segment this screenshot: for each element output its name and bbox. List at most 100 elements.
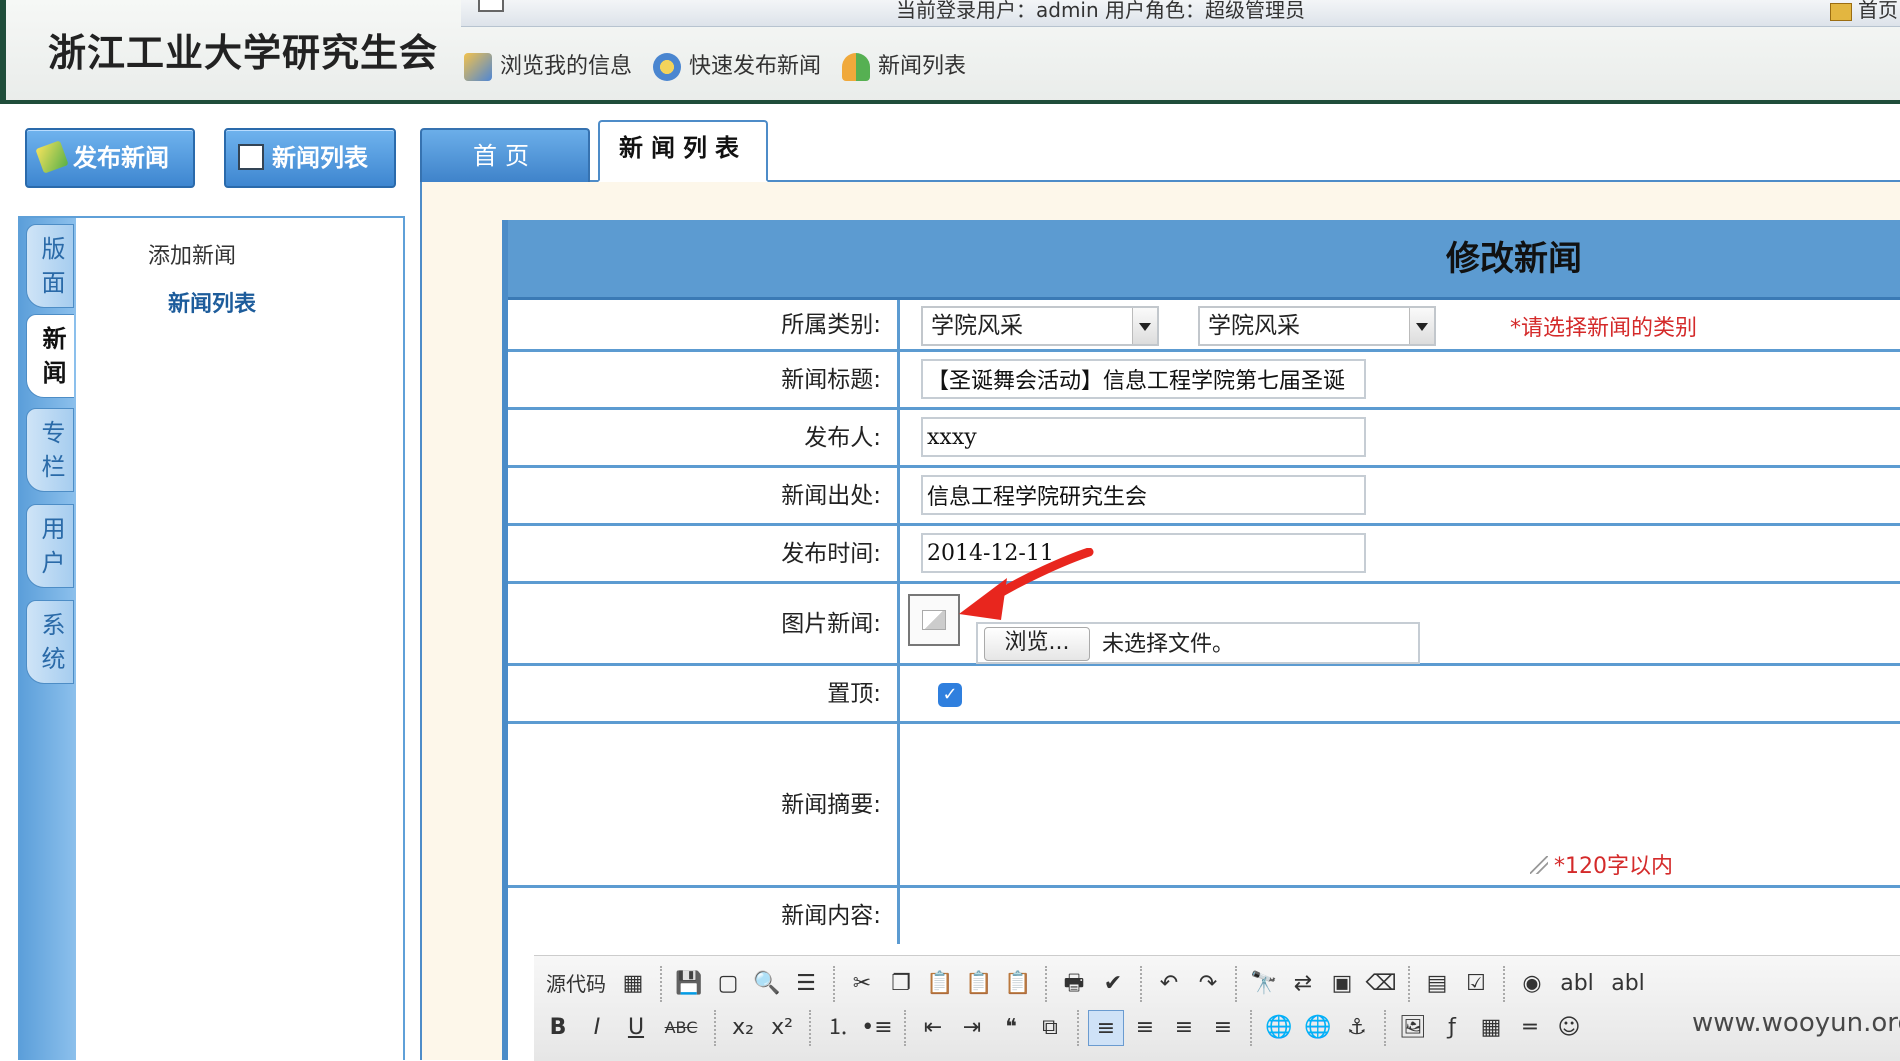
radio-button[interactable]: ◉ <box>1514 966 1550 1002</box>
source-input[interactable] <box>921 475 1366 515</box>
row-content: 新闻内容: <box>508 888 1900 944</box>
image-button[interactable]: 🖼 <box>1395 1010 1431 1046</box>
tab-news-list[interactable]: 新闻列表 <box>598 120 768 182</box>
home-link-label: 首页 <box>1858 0 1898 22</box>
file-status: 未选择文件。 <box>1102 632 1235 657</box>
row-news-title: 新闻标题: <box>508 352 1900 410</box>
news-list-button[interactable]: 新闻列表 <box>224 128 396 188</box>
redo-button[interactable]: ↷ <box>1190 966 1226 1002</box>
tree-item-news-list[interactable]: 新闻列表 <box>168 286 256 318</box>
content-label: 新闻内容: <box>508 888 900 944</box>
align-center-button[interactable]: ≡ <box>1127 1010 1163 1046</box>
paste-plain-button[interactable]: 📋 <box>961 966 997 1002</box>
toolbar-separator <box>1250 1010 1255 1046</box>
news-title-input[interactable] <box>921 359 1366 399</box>
site-title: 浙江工业大学研究生会 <box>48 31 439 75</box>
watermark: www.wooyun.org <box>1692 1008 1900 1038</box>
sidebar-panel: 版面 新闻 专栏 用户 系统 添加新闻 新闻列表 <box>18 216 405 1060</box>
people-icon <box>842 53 871 81</box>
publish-news-label: 发布新闻 <box>73 144 169 172</box>
cut-button[interactable]: ✂ <box>844 966 880 1002</box>
header-divider <box>6 100 1900 104</box>
paste-button[interactable]: 📋 <box>922 966 958 1002</box>
news-list-label: 新闻列表 <box>272 144 368 172</box>
bullet-list-button[interactable]: •≡ <box>859 1010 895 1046</box>
paste-word-button[interactable]: 📋 <box>1000 966 1036 1002</box>
publisher-label: 发布人: <box>508 410 900 465</box>
chevron-down-icon <box>1409 308 1434 344</box>
pin-top-label: 置顶: <box>508 666 900 721</box>
publisher-value <box>900 410 1900 465</box>
find-button[interactable]: 🔭 <box>1246 966 1282 1002</box>
tab-home[interactable]: 首页 <box>420 128 590 182</box>
strike-button[interactable]: ABC <box>657 1010 705 1046</box>
quick-link-news-list[interactable]: 新闻列表 <box>842 48 966 81</box>
anchor-button[interactable]: ⚓ <box>1339 1010 1375 1046</box>
replace-button[interactable]: ⇄ <box>1285 966 1321 1002</box>
source-button[interactable]: 源代码 <box>540 966 612 1002</box>
vtab-users[interactable]: 用户 <box>26 504 74 588</box>
paste-text-button[interactable]: ▦ <box>615 966 651 1002</box>
bold-button[interactable]: B <box>540 1010 576 1046</box>
publish-news-button[interactable]: 发布新闻 <box>25 128 195 188</box>
copy-button[interactable]: ❐ <box>883 966 919 1002</box>
spellcheck-button[interactable]: ✔ <box>1095 966 1131 1002</box>
smiley-button[interactable]: ☺ <box>1551 1010 1587 1046</box>
header: 浙江工业大学研究生会 当前登录用户：admin 用户角色：超级管理员 首页 浏览… <box>0 0 1900 104</box>
summary-textarea[interactable]: *120字以内 <box>900 724 1900 885</box>
category-select-secondary[interactable]: 学院风采 <box>1198 306 1436 346</box>
editor-toolbar-row-1: 源代码 ▦ 💾 ▢ 🔍 ☰ ✂ ❐ 📋 📋 📋 🖶 ✔ ↶ ↷ 🔭 ⇄ ▣ ⌫ ▤ ☑ ◉ abl abl <box>540 966 1655 1010</box>
unlink-button[interactable]: 🌐 <box>1300 1010 1336 1046</box>
toolbar-separator <box>833 966 838 1002</box>
justify-button[interactable]: ≡ <box>1205 1010 1241 1046</box>
status-bar: 当前登录用户：admin 用户角色：超级管理员 首页 <box>461 0 1900 27</box>
tree-item-add-news[interactable]: 添加新闻 <box>148 238 236 270</box>
toolbar-separator <box>714 1010 719 1046</box>
templates-button[interactable]: ☰ <box>788 966 824 1002</box>
div-button[interactable]: ⧉ <box>1032 1010 1068 1046</box>
blockquote-button[interactable]: ❝ <box>993 1010 1029 1046</box>
file-input[interactable]: 浏览... 未选择文件。 <box>976 622 1420 664</box>
browse-button[interactable]: 浏览... <box>984 627 1090 661</box>
italic-button[interactable]: I <box>579 1010 615 1046</box>
publish-time-label: 发布时间: <box>508 526 900 581</box>
align-right-button[interactable]: ≡ <box>1166 1010 1202 1046</box>
select-all-button[interactable]: ▣ <box>1324 966 1360 1002</box>
superscript-button[interactable]: x² <box>764 1010 800 1046</box>
vtab-system[interactable]: 系统 <box>26 600 74 684</box>
toolbar-separator <box>1408 966 1413 1002</box>
flash-button[interactable]: ƒ <box>1434 1010 1470 1046</box>
subscript-button[interactable]: x₂ <box>725 1010 761 1046</box>
resize-grip-icon[interactable] <box>1530 856 1548 874</box>
remove-format-button[interactable]: ⌫ <box>1363 966 1399 1002</box>
table-button[interactable]: ▦ <box>1473 1010 1509 1046</box>
pin-top-checkbox[interactable]: ✓ <box>938 683 962 707</box>
vtab-news[interactable]: 新闻 <box>26 314 74 398</box>
vtab-layout[interactable]: 版面 <box>26 224 74 308</box>
quick-link-my-info[interactable]: 浏览我的信息 <box>464 48 632 81</box>
vtab-column[interactable]: 专栏 <box>26 408 74 492</box>
print-button[interactable]: 🖶 <box>1056 966 1092 1002</box>
category-select-primary[interactable]: 学院风采 <box>921 306 1159 346</box>
underline-button[interactable]: U <box>618 1010 654 1046</box>
row-source: 新闻出处: <box>508 468 1900 526</box>
textarea-button[interactable]: abl <box>1604 966 1652 1002</box>
align-left-button[interactable]: ≡ <box>1088 1010 1124 1046</box>
home-link[interactable]: 首页 <box>1830 0 1898 23</box>
checkbox-button[interactable]: ☑ <box>1458 966 1494 1002</box>
edit-news-form: 修改新闻 所属类别: 学院风采 学院风采 *请选择新闻的类别 新闻标题: 发布人… <box>502 220 1900 1061</box>
form-button[interactable]: ▤ <box>1419 966 1455 1002</box>
ordered-list-button[interactable]: ⒈ <box>820 1010 856 1046</box>
link-button[interactable]: 🌐 <box>1261 1010 1297 1046</box>
indent-button[interactable]: ⇥ <box>954 1010 990 1046</box>
new-page-button[interactable]: ▢ <box>710 966 746 1002</box>
quick-link-publish[interactable]: 快速发布新闻 <box>653 48 821 81</box>
outdent-button[interactable]: ⇤ <box>915 1010 951 1046</box>
save-button[interactable]: 💾 <box>671 966 707 1002</box>
hr-button[interactable]: ═ <box>1512 1010 1548 1046</box>
publisher-input[interactable] <box>921 417 1366 457</box>
toolbar-separator <box>660 966 665 1002</box>
preview-button[interactable]: 🔍 <box>749 966 785 1002</box>
textfield-button[interactable]: abl <box>1553 966 1601 1002</box>
undo-button[interactable]: ↶ <box>1151 966 1187 1002</box>
